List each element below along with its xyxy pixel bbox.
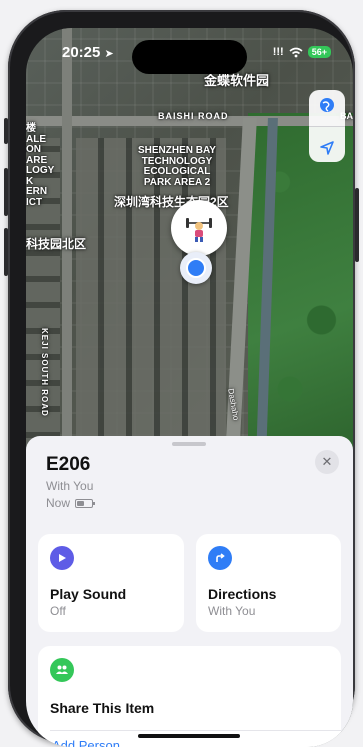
map-label-park-en: SHENZHEN BAY TECHNOLOGY ECOLOGICAL PARK … (138, 145, 216, 188)
item-location-pin[interactable] (171, 200, 227, 256)
status-bar: 20:25 ➤ !!! 56+ (26, 28, 353, 74)
item-now-label: Now (46, 496, 71, 510)
map[interactable]: 金蝶软件园 BAISHI ROAD BA SHENZHEN BAY TECHNO… (26, 28, 353, 458)
play-sound-status: Off (50, 604, 66, 618)
location-services-icon: ➤ (104, 48, 114, 60)
map-label-top-building: 金蝶软件园 (204, 73, 270, 88)
power-button (355, 188, 359, 262)
map-controls (309, 90, 345, 162)
globe-icon[interactable] (318, 96, 336, 114)
location-arrow-icon[interactable] (319, 140, 335, 156)
cellular-signal-icon: !!! (272, 46, 284, 58)
status-indicators: !!! 56+ (273, 46, 331, 58)
play-icon-circle (50, 546, 74, 570)
stage: 金蝶软件园 BAISHI ROAD BA SHENZHEN BAY TECHNO… (0, 0, 363, 747)
user-location-dot (180, 252, 212, 284)
battery-indicator: 56+ (307, 46, 331, 58)
share-divider (50, 730, 341, 731)
close-icon: ✕ (321, 454, 333, 469)
share-item-card[interactable]: Share This Item Add Person (38, 646, 341, 747)
map-label-left-cut: 楼 ALE ON ARE LOGY K ERN ICT (26, 123, 55, 208)
map-label-keji-road: KEJI SOUTH ROAD (40, 328, 49, 417)
user-location-inner (186, 258, 206, 278)
sheet-grabber[interactable] (172, 442, 206, 446)
share-icon-circle (50, 658, 74, 682)
wifi-icon (289, 47, 303, 57)
people-icon (56, 665, 68, 674)
volume-down-button (4, 228, 8, 276)
close-button[interactable]: ✕ (315, 450, 339, 474)
turn-right-arrow-icon (216, 553, 225, 562)
play-icon (59, 554, 66, 562)
status-time: 20:25 ➤ (62, 44, 114, 61)
directions-icon-circle (208, 546, 232, 570)
play-sound-card[interactable]: Play Sound Off (38, 534, 184, 632)
add-person-link[interactable]: Add Person (52, 738, 120, 747)
item-detail-sheet: E206 With You Now ✕ Play Sound Off Direc… (26, 436, 353, 747)
item-title: E206 (46, 454, 91, 475)
item-subtitle: With You (46, 479, 94, 493)
map-label-north-cn: 科技园北区 (26, 237, 87, 251)
item-battery-icon (75, 498, 96, 508)
home-indicator[interactable] (138, 734, 240, 738)
directions-label: Directions (208, 586, 277, 602)
phone-frame: 金蝶软件园 BAISHI ROAD BA SHENZHEN BAY TECHNO… (4, 10, 359, 747)
volume-up-button (4, 168, 8, 216)
directions-status: With You (208, 604, 256, 618)
item-status: Now (46, 496, 96, 510)
status-time-text: 20:25 (62, 44, 101, 61)
directions-card[interactable]: Directions With You (196, 534, 341, 632)
play-sound-label: Play Sound (50, 586, 127, 602)
item-battery-fill (77, 500, 85, 506)
share-item-label: Share This Item (50, 700, 155, 716)
screen: 金蝶软件园 BAISHI ROAD BA SHENZHEN BAY TECHNO… (26, 28, 353, 747)
action-button (4, 118, 8, 144)
weightlifter-icon (186, 218, 212, 242)
map-label-baishi-road: BAISHI ROAD (158, 111, 229, 121)
map-controls-divider (309, 126, 345, 128)
dynamic-island (132, 40, 247, 74)
